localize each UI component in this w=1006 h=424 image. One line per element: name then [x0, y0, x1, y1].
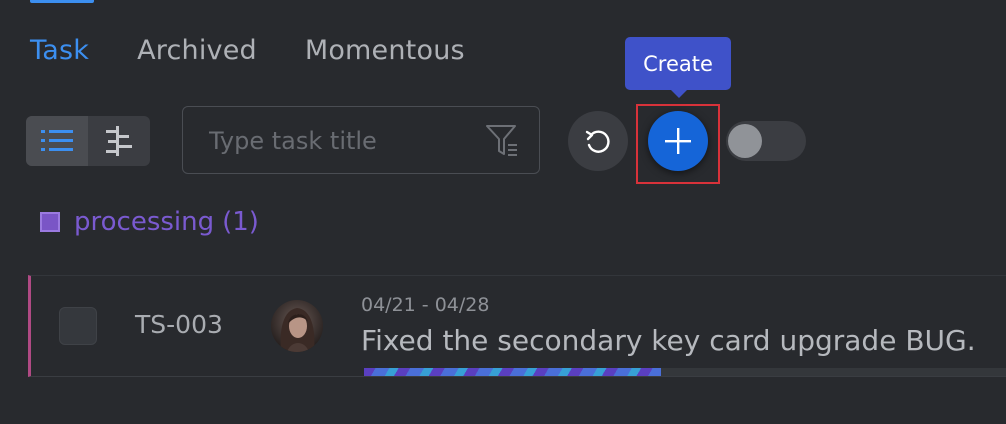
task-date-range: 04/21 - 04/28 [361, 294, 490, 316]
tab-archived[interactable]: Archived [137, 35, 257, 66]
group-label: processing [74, 207, 215, 237]
task-progress-fill [364, 368, 661, 376]
create-tooltip: Create [625, 37, 731, 98]
group-color-swatch [40, 212, 60, 232]
task-tabs: Task Archived Momentous [30, 30, 513, 70]
tree-icon [106, 126, 132, 156]
plus-icon [665, 128, 691, 154]
group-header-processing[interactable]: processing (1) [40, 204, 259, 240]
task-id: TS-003 [135, 310, 223, 339]
toggle-switch-knob [728, 124, 762, 158]
tab-task[interactable]: Task [30, 35, 89, 66]
avatar [271, 300, 323, 352]
tree-view-button[interactable] [88, 116, 150, 166]
list-view-button[interactable] [26, 116, 88, 166]
task-checkbox[interactable] [59, 307, 97, 345]
task-title[interactable]: Fixed the secondary key card upgrade BUG… [361, 324, 976, 357]
view-mode-toggle [26, 116, 150, 166]
create-button[interactable] [648, 111, 708, 171]
refresh-icon [585, 130, 610, 153]
list-icon [41, 130, 73, 151]
group-count: (1) [222, 207, 259, 237]
filter-icon[interactable] [485, 123, 519, 159]
top-tab-indicator [30, 0, 94, 3]
search-input[interactable] [207, 107, 481, 175]
task-row[interactable]: TS-003 04/21 - 04/28 Fixed the secondary… [28, 275, 1006, 377]
toggle-switch[interactable] [726, 121, 806, 161]
task-page: Task Archived Momentous Type task title … [0, 0, 1006, 424]
refresh-button[interactable] [568, 111, 628, 171]
task-progress-bar [364, 368, 1006, 376]
task-search [182, 106, 540, 175]
tab-momentous[interactable]: Momentous [305, 35, 465, 66]
